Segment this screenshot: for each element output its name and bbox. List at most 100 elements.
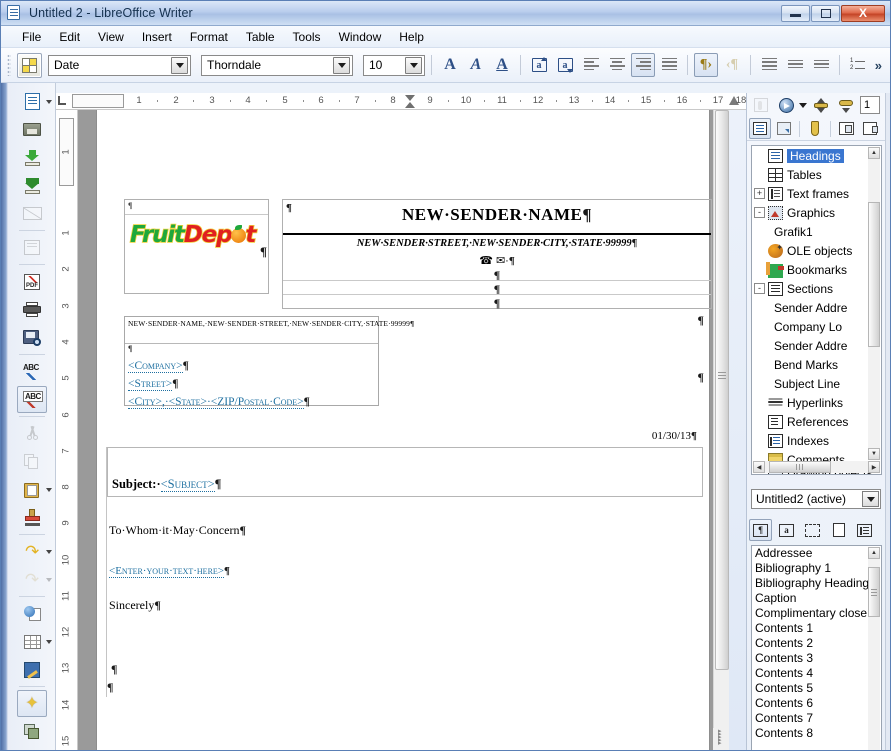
chevron-down-icon[interactable] [46, 100, 52, 104]
undo-icon[interactable]: ↶ [17, 538, 52, 565]
scroll-up-icon[interactable]: ▲ [868, 147, 880, 159]
company-logo-frame[interactable]: ¶ FruitDep t ¶ [124, 199, 269, 294]
navigator-item-sender-address-1[interactable]: Sender Addre [752, 298, 881, 317]
ordered-list-icon[interactable]: 12 [846, 53, 870, 77]
body-placeholder-line[interactable]: <Enter·your·text·here>¶ [109, 565, 230, 578]
line-spacing-2-icon[interactable] [809, 53, 833, 77]
drag-mode-icon[interactable] [859, 118, 881, 139]
navigator-icon[interactable] [17, 718, 47, 745]
navigator-item-company-logo[interactable]: Company Lo [752, 317, 881, 336]
left-to-right-icon[interactable]: ¶› [694, 53, 718, 77]
navigator-item-references[interactable]: References [752, 412, 881, 431]
body-text-placeholder[interactable]: <Enter·your·text·here> [109, 565, 224, 578]
style-item[interactable]: Complimentary close [752, 606, 881, 621]
chevron-down-icon[interactable] [46, 578, 52, 582]
letterhead-frame[interactable]: ¶ NEW·SENDER·NAME¶ NEW·SENDER·STREET,·NE… [282, 199, 712, 310]
set-reminder-icon[interactable] [773, 118, 795, 139]
forward-icon[interactable] [835, 95, 857, 116]
street-placeholder-line[interactable]: <Street>¶ [128, 376, 310, 394]
insert-hyperlink-icon[interactable] [17, 600, 47, 627]
font-name-combo[interactable]: Thorndale [201, 54, 353, 76]
menu-file[interactable]: File [13, 28, 50, 46]
line-spacing-1-icon[interactable] [757, 53, 781, 77]
document-canvas[interactable]: ¶ FruitDep t ¶ ¶ NEW·SENDER·NAME¶ NEW·SEN… [78, 110, 713, 750]
style-item[interactable]: Addressee [752, 546, 881, 561]
print-icon[interactable] [17, 296, 47, 323]
navigator-content-tree[interactable]: Headings Tables + Text frames - Graphics… [751, 145, 882, 475]
scrollbar-thumb[interactable] [769, 461, 831, 473]
font-size-combo[interactable]: 10 [363, 54, 425, 76]
edit-mode-icon[interactable] [17, 234, 47, 261]
navigator-item-sender-address-2[interactable]: Sender Addre [752, 336, 881, 355]
draw-functions-icon[interactable] [17, 656, 47, 683]
header-footer-icon[interactable] [804, 118, 826, 139]
style-item[interactable]: Contents 4 [752, 666, 881, 681]
export-pdf-icon[interactable]: PDF [17, 268, 47, 295]
document-scroll-corner[interactable]: ▸ ▸ ▸ ▸ ▸ [713, 728, 729, 750]
email-document-icon[interactable] [17, 200, 47, 227]
recipient-address-frame[interactable]: NEW·SENDER·NAME,·NEW·SENDER·STREET,·NEW·… [124, 316, 414, 409]
style-item[interactable]: Bibliography Heading [752, 576, 881, 591]
menu-help[interactable]: Help [390, 28, 433, 46]
scroll-up-icon[interactable]: ▲ [868, 547, 880, 559]
minimize-button[interactable] [781, 4, 810, 22]
paragraph-style-combo[interactable]: Date [48, 54, 191, 76]
navigator-item-sections[interactable]: - Sections [752, 279, 881, 298]
closing-line[interactable]: Sincerely¶ [109, 598, 161, 613]
frame-styles-icon[interactable] [801, 519, 824, 541]
style-item[interactable]: Contents 2 [752, 636, 881, 651]
navigator-item-graphics[interactable]: - Graphics [752, 203, 881, 222]
align-right-icon[interactable] [631, 53, 655, 77]
chevron-down-icon[interactable] [171, 56, 188, 74]
company-placeholder-line[interactable]: <Company>¶ [128, 358, 310, 376]
right-to-left-icon[interactable]: ‹¶ [720, 53, 744, 77]
navigator-item-headings[interactable]: Headings [752, 146, 881, 165]
chevron-down-icon[interactable] [333, 56, 350, 74]
copy-icon[interactable] [17, 448, 47, 475]
insert-table-icon[interactable] [17, 628, 52, 655]
navigator-item-tables[interactable]: Tables [752, 165, 881, 184]
style-item[interactable]: Contents 3 [752, 651, 881, 666]
autospellcheck-icon[interactable]: ABC [17, 386, 47, 413]
italic-A-icon[interactable]: A [464, 53, 488, 77]
navigation-icon[interactable] [775, 95, 797, 116]
style-item[interactable]: Contents 1 [752, 621, 881, 636]
align-justified-icon[interactable] [657, 53, 681, 77]
navigator-item-subject-line[interactable]: Subject Line [752, 374, 881, 393]
menu-window[interactable]: Window [330, 28, 391, 46]
expand-icon[interactable]: + [754, 188, 765, 199]
menu-tools[interactable]: Tools [284, 28, 330, 46]
chevron-down-icon[interactable] [405, 56, 422, 74]
street-placeholder[interactable]: <Street> [128, 377, 173, 391]
document-page[interactable]: ¶ FruitDep t ¶ ¶ NEW·SENDER·NAME¶ NEW·SEN… [96, 110, 712, 750]
indent-marker-icon[interactable] [405, 95, 416, 108]
menu-insert[interactable]: Insert [133, 28, 181, 46]
save-as-icon[interactable] [17, 172, 47, 199]
subject-line-frame[interactable]: Subject:·<Subject>¶ [107, 447, 703, 497]
vertical-ruler[interactable]: 1 1 2 3 4 5 6 7 8 9 10 11 12 13 14 15 [56, 110, 78, 750]
style-item[interactable]: Contents 7 [752, 711, 881, 726]
style-item[interactable]: Contents 8 [752, 726, 881, 741]
increase-font-size-icon[interactable]: A [438, 53, 462, 77]
style-item[interactable]: Bibliography 1 [752, 561, 881, 576]
tab-stop-selector-icon[interactable] [58, 96, 66, 105]
citystate-placeholder-line[interactable]: <City>,·<State>·<ZIP/Postal·Code>¶ [128, 394, 310, 412]
subject-line[interactable]: Subject:·<Subject>¶ [112, 477, 221, 492]
navigator-item-bend-marks[interactable]: Bend Marks [752, 355, 881, 374]
chevron-down-icon[interactable] [862, 491, 879, 507]
toolbar-overflow-button[interactable]: » [875, 58, 882, 73]
style-item[interactable]: Contents 5 [752, 681, 881, 696]
print-preview-icon[interactable] [17, 324, 47, 351]
document-vertical-scrollbar[interactable] [713, 110, 729, 728]
menu-edit[interactable]: Edit [50, 28, 89, 46]
document-date[interactable]: 01/30/13¶ [652, 430, 697, 442]
spelling-icon[interactable]: ABC [17, 358, 47, 385]
collapse-icon[interactable]: - [754, 207, 765, 218]
styles-list[interactable]: Addressee Bibliography 1 Bibliography He… [751, 545, 882, 750]
collapse-icon[interactable]: - [754, 283, 765, 294]
style-item[interactable]: Contents 6 [752, 696, 881, 711]
styles-vertical-scrollbar[interactable]: ▲ [868, 547, 880, 750]
toolbar-grip[interactable] [7, 54, 11, 76]
new-document-icon[interactable] [17, 88, 52, 115]
menu-view[interactable]: View [89, 28, 133, 46]
